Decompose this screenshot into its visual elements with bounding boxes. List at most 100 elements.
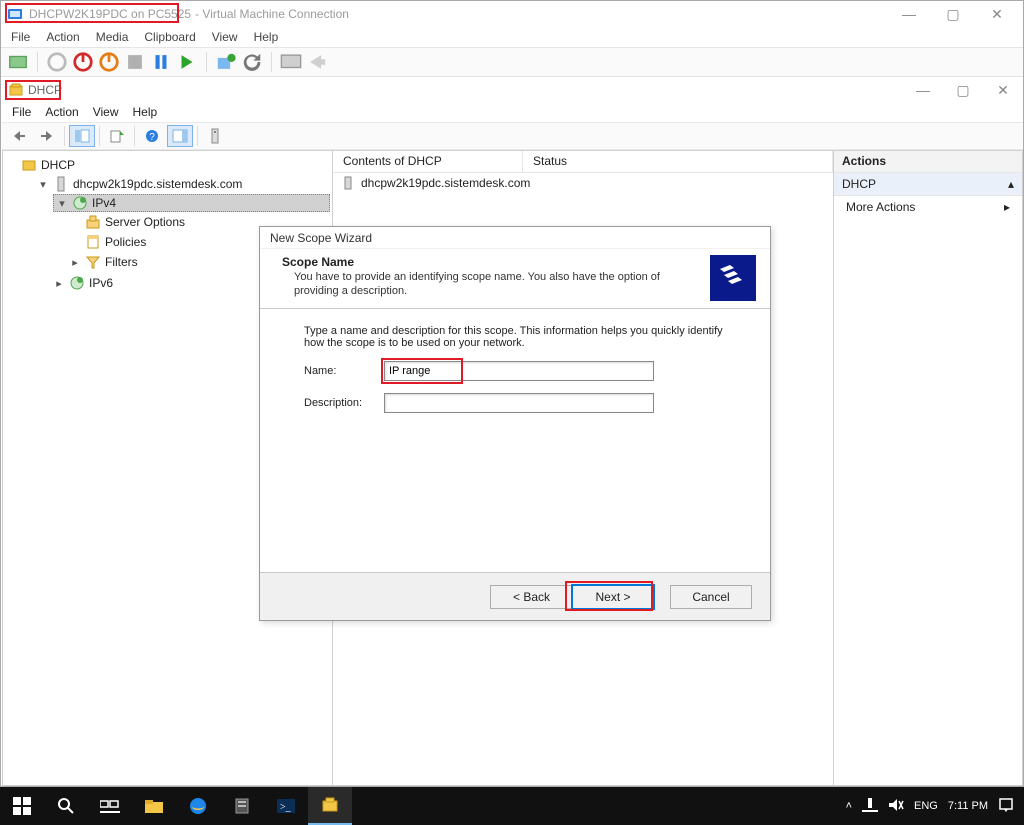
svg-text:>_: >_: [280, 802, 292, 813]
server-icon: [341, 176, 355, 190]
maximize-button[interactable]: ▢: [931, 1, 975, 27]
reset-icon[interactable]: [176, 51, 198, 73]
minimize-button[interactable]: —: [887, 1, 931, 27]
sound-tray-icon[interactable]: [888, 798, 904, 815]
vm-menu-action[interactable]: Action: [46, 30, 79, 44]
server-icon[interactable]: [202, 125, 228, 147]
next-button[interactable]: Next >: [572, 585, 654, 609]
cancel-button[interactable]: Cancel: [670, 585, 752, 609]
mmc-menubar: File Action View Help: [2, 102, 1023, 122]
close-button[interactable]: ✕: [975, 1, 1019, 27]
mmc-menu-file[interactable]: File: [12, 105, 31, 119]
collapse-up-icon[interactable]: ▴: [1008, 177, 1014, 191]
powershell-taskbar-icon[interactable]: >_: [264, 787, 308, 825]
twisty-down-icon[interactable]: ▾: [56, 197, 68, 210]
vm-menu-clipboard[interactable]: Clipboard: [144, 30, 195, 44]
actions-more-label: More Actions: [846, 200, 915, 214]
taskview-icon[interactable]: [88, 787, 132, 825]
vm-menu-view[interactable]: View: [212, 30, 238, 44]
mmc-maximize-button[interactable]: ▢: [943, 78, 983, 102]
tray-clock[interactable]: 7:11 PM: [948, 800, 988, 812]
tree-root-dhcp[interactable]: DHCP: [21, 156, 330, 174]
turnoff-icon[interactable]: [72, 51, 94, 73]
wizard-body-text: Type a name and description for this sco…: [304, 325, 742, 349]
new-scope-wizard: New Scope Wizard Scope Name You have to …: [259, 226, 771, 621]
wizard-titlebar[interactable]: New Scope Wizard: [260, 227, 770, 249]
actions-context[interactable]: DHCP ▴: [834, 173, 1022, 196]
mmc-menu-action[interactable]: Action: [45, 105, 78, 119]
start-button[interactable]: [0, 787, 44, 825]
notifications-tray-icon[interactable]: [998, 797, 1014, 816]
ie-taskbar-icon[interactable]: [176, 787, 220, 825]
twisty-right-icon[interactable]: ▸: [53, 277, 65, 290]
checkpoint-icon[interactable]: [215, 51, 237, 73]
svg-text:?: ?: [149, 132, 155, 143]
search-icon[interactable]: [44, 787, 88, 825]
name-label: Name:: [304, 365, 384, 377]
mmc-minimize-button[interactable]: —: [903, 78, 943, 102]
mmc-menu-view[interactable]: View: [93, 105, 119, 119]
export-list-icon[interactable]: [104, 125, 130, 147]
save-icon[interactable]: [124, 51, 146, 73]
network-tray-icon[interactable]: [862, 798, 878, 815]
vm-toolbar: [1, 47, 1023, 77]
tree-ipv6-label: IPv6: [89, 276, 113, 290]
tree-item-label: Filters: [105, 255, 138, 269]
vm-titlebar: DHCPW2K19PDC on PC5525 - Virtual Machine…: [1, 1, 1023, 27]
tree-ipv4[interactable]: ▾ IPv4: [53, 194, 330, 212]
dhcp-taskbar-icon[interactable]: [308, 787, 352, 825]
enhanced-session-icon[interactable]: [280, 51, 302, 73]
nav-back-icon[interactable]: [6, 125, 32, 147]
tree-root-label: DHCP: [41, 158, 75, 172]
share-icon[interactable]: [306, 51, 328, 73]
action-pane-toggle-icon[interactable]: [167, 125, 193, 147]
tree-server-label: dhcpw2k19pdc.sistemdesk.com: [73, 177, 242, 191]
actions-more[interactable]: More Actions ▸: [834, 196, 1022, 218]
revert-icon[interactable]: [241, 51, 263, 73]
actions-context-label: DHCP: [842, 177, 876, 191]
wizard-decor-icon: [710, 255, 756, 301]
server-manager-taskbar-icon[interactable]: [220, 787, 264, 825]
shutdown-icon[interactable]: [98, 51, 120, 73]
tray-chevron-up-icon[interactable]: ˄: [846, 800, 852, 812]
mmc-close-button[interactable]: ✕: [983, 78, 1023, 102]
mmc-toolbar: ?: [2, 122, 1023, 150]
twisty-down-icon[interactable]: ▾: [37, 178, 49, 191]
back-button[interactable]: < Back: [490, 585, 572, 609]
vm-menu-media[interactable]: Media: [96, 30, 129, 44]
col-contents[interactable]: Contents of DHCP: [333, 151, 523, 172]
list-row-server[interactable]: dhcpw2k19pdc.sistemdesk.com: [333, 173, 833, 193]
vm-menubar: File Action Media Clipboard View Help: [1, 27, 1023, 47]
actions-pane: Actions DHCP ▴ More Actions ▸: [833, 150, 1023, 786]
file-explorer-taskbar-icon[interactable]: [132, 787, 176, 825]
ctrl-alt-del-icon[interactable]: [7, 51, 29, 73]
tray-lang[interactable]: ENG: [914, 800, 938, 812]
vm-connection-window: DHCPW2K19PDC on PC5525 - Virtual Machine…: [0, 0, 1024, 787]
list-row-label: dhcpw2k19pdc.sistemdesk.com: [361, 176, 530, 190]
mmc-menu-help[interactable]: Help: [133, 105, 158, 119]
pause-icon[interactable]: [150, 51, 172, 73]
chevron-right-icon: ▸: [1004, 200, 1010, 214]
tree-server[interactable]: ▾ dhcpw2k19pdc.sistemdesk.com: [37, 175, 330, 193]
vm-menu-file[interactable]: File: [11, 30, 30, 44]
list-header: Contents of DHCP Status: [333, 151, 833, 173]
tree-ipv4-label: IPv4: [92, 196, 116, 210]
col-status[interactable]: Status: [523, 151, 833, 172]
twisty-right-icon[interactable]: ▸: [69, 256, 81, 269]
tree-item-label: Policies: [105, 235, 146, 249]
wizard-title-label: New Scope Wizard: [270, 231, 372, 245]
vm-app-icon: [7, 6, 23, 22]
vm-title-right: - Virtual Machine Connection: [195, 7, 349, 21]
help-icon[interactable]: ?: [139, 125, 165, 147]
start-icon[interactable]: [46, 51, 68, 73]
wizard-header: Scope Name You have to provide an identi…: [260, 249, 770, 309]
nav-forward-icon[interactable]: [34, 125, 60, 147]
actions-title: Actions: [834, 151, 1022, 173]
vm-menu-help[interactable]: Help: [254, 30, 279, 44]
name-input[interactable]: [384, 361, 654, 381]
description-input[interactable]: [384, 393, 654, 413]
show-hide-tree-icon[interactable]: [69, 125, 95, 147]
system-tray: ˄ ENG 7:11 PM: [846, 797, 1024, 816]
wizard-body: Type a name and description for this sco…: [260, 309, 770, 413]
vm-window-controls: — ▢ ✕: [887, 1, 1019, 27]
